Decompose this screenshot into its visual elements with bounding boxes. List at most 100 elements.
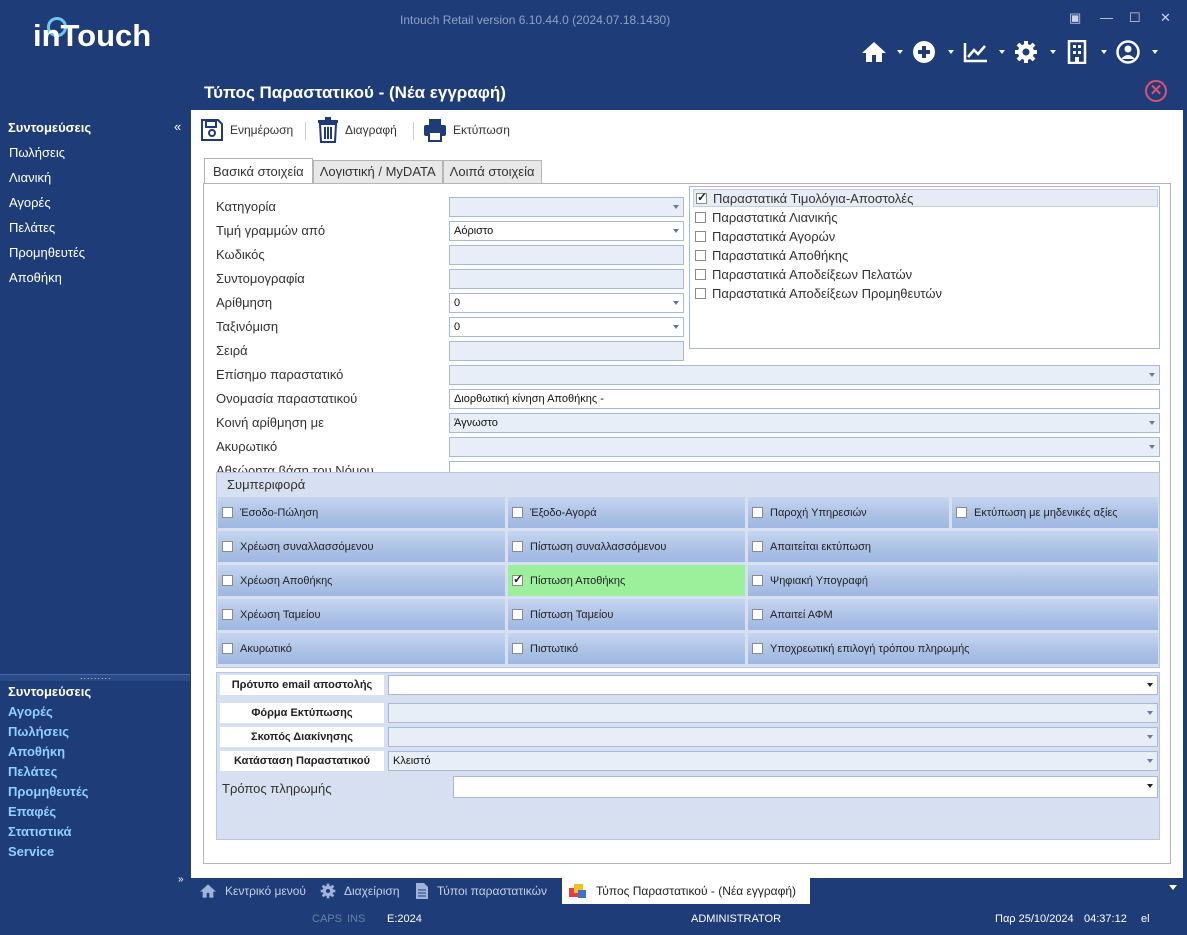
chart-icon[interactable]: [963, 38, 1014, 68]
lower-group: Πρότυπο email αποστολής Φόρμα Εκτύπωσης …: [216, 672, 1160, 840]
collapse-icon[interactable]: «: [174, 119, 181, 134]
status-date: Παρ 25/10/2024: [995, 913, 1074, 925]
list-item[interactable]: Παραστατικά Αγορών: [693, 227, 1158, 245]
print-button[interactable]: Εκτύπωση: [423, 115, 510, 145]
sidebar-bottom-item-suppliers[interactable]: Προμηθευτές: [8, 784, 88, 799]
official-doc-select[interactable]: [449, 365, 1160, 385]
income-sale-checkbox[interactable]: Έσοδο-Πώληση: [218, 497, 505, 528]
task-doc-types[interactable]: Τύποι παραστατικών: [415, 878, 547, 904]
code-label: Κωδικός: [216, 247, 265, 262]
charge-party-checkbox[interactable]: Χρέωση συναλλασσόμενου: [218, 531, 505, 562]
list-item[interactable]: Παραστατικά Αποδείξεων Προμηθευτών: [693, 284, 1158, 302]
print-zero-checkbox[interactable]: Εκτύπωση με μηδενικές αξίες: [952, 497, 1158, 528]
task-management[interactable]: Διαχείριση: [320, 878, 400, 904]
building-icon[interactable]: [1065, 38, 1116, 68]
credit-note-checkbox[interactable]: Πιστωτικό: [508, 633, 745, 664]
task-main-menu[interactable]: Κεντρικό μενού: [199, 878, 306, 904]
sidebar-bottom-item-purchases[interactable]: Αγορές: [8, 704, 53, 719]
user-icon[interactable]: [1116, 38, 1167, 68]
credit-cash-checkbox[interactable]: Πίστωση Ταμείου: [508, 599, 745, 630]
gear-icon[interactable]: [1014, 38, 1065, 68]
taskbar-menu-icon[interactable]: [1169, 885, 1177, 890]
numbering-select[interactable]: 0: [449, 293, 684, 313]
sorting-label: Ταξινόμιση: [216, 319, 279, 334]
plus-icon[interactable]: [912, 38, 963, 68]
sidebar-bottom-item-service[interactable]: Service: [8, 844, 54, 859]
printer-icon: [424, 119, 446, 142]
gear-icon: [320, 883, 336, 899]
credit-warehouse-checkbox[interactable]: Πίστωση Αποθήκης: [508, 565, 745, 596]
status-bar: CAPS INS E:2024 ADMINISTRATOR Παρ 25/10/…: [0, 904, 1187, 935]
requires-vat-checkbox[interactable]: Απαιτεί ΑΦΜ: [748, 599, 1158, 630]
charge-cash-checkbox[interactable]: Χρέωση Ταμείου: [218, 599, 505, 630]
sidebar-item-retail[interactable]: Λιανική: [9, 170, 51, 185]
cancelling-label: Ακυρωτικό: [216, 439, 278, 454]
category-select[interactable]: [449, 197, 684, 217]
sidebar-bottom-item-sales[interactable]: Πωλήσεις: [8, 724, 69, 739]
credit-party-checkbox[interactable]: Πίστωση συναλλασσόμενου: [508, 531, 745, 562]
behaviour-group: Συμπεριφορά Έσοδο-Πώληση Έξοδο-Αγορά Παρ…: [216, 472, 1160, 668]
digital-signature-checkbox[interactable]: Ψηφιακή Υπογραφή: [748, 565, 1158, 596]
home-icon[interactable]: [861, 38, 912, 68]
update-button[interactable]: Ενημέρωση: [200, 115, 293, 145]
doc-name-input[interactable]: Διορθωτική κίνηση Αποθήκης -: [449, 389, 1160, 409]
sidebar-bottom-item-customers[interactable]: Πελάτες: [8, 764, 57, 779]
doc-status-select[interactable]: Κλειστό: [388, 751, 1158, 771]
delete-label: Διαγραφή: [345, 123, 397, 137]
restore-icon[interactable]: ▣: [1069, 10, 1081, 26]
task-doc-type-new[interactable]: Τύπος Παραστατικού - (Νέα εγγραφή): [562, 878, 811, 904]
list-item[interactable]: Παραστατικά Αποθήκης: [693, 246, 1158, 264]
list-item[interactable]: Παραστατικά Τιμολόγια-Αποστολές: [693, 189, 1158, 207]
purpose-select[interactable]: [388, 727, 1158, 747]
common-numbering-select[interactable]: Άγνωστο: [449, 413, 1160, 433]
doc-status-label: Κατάσταση Παραστατικού: [220, 751, 384, 771]
sidebar-bottom-item-statistics[interactable]: Στατιστικά: [8, 824, 72, 839]
fiscal-year: E:2024: [387, 913, 422, 925]
list-item[interactable]: Παραστατικά Λιανικής: [693, 208, 1158, 226]
toolbar-divider: [305, 122, 306, 140]
sidebar-item-suppliers[interactable]: Προμηθευτές: [9, 245, 85, 260]
services-checkbox[interactable]: Παροχή Υπηρεσιών: [748, 497, 949, 528]
maximize-icon[interactable]: ☐: [1129, 10, 1141, 26]
sidebar-item-purchases[interactable]: Αγορές: [9, 195, 51, 210]
close-icon[interactable]: ✕: [1145, 80, 1167, 102]
expand-icon[interactable]: »: [178, 874, 184, 885]
minimize-icon[interactable]: —: [1100, 10, 1113, 25]
sidebar-heading: Συντομεύσεις: [8, 120, 92, 135]
home-icon: [200, 884, 216, 898]
series-input[interactable]: [449, 341, 684, 361]
payment-method-select[interactable]: [453, 776, 1158, 798]
caps-indicator: CAPS: [312, 913, 342, 925]
code-input[interactable]: [449, 245, 684, 265]
sorting-select[interactable]: 0: [449, 317, 684, 337]
print-form-select[interactable]: [388, 703, 1158, 723]
toolbar: Ενημέρωση Διαγραφή Εκτύπωση: [191, 110, 1183, 150]
official-doc-label: Επίσημο παραστατικό: [216, 367, 344, 382]
payment-method-label: Τρόπος πληρωμής: [222, 781, 332, 796]
sidebar-item-warehouse[interactable]: Αποθήκη: [9, 270, 62, 285]
abbreviation-input[interactable]: [449, 269, 684, 289]
tab-other[interactable]: Λοιπά στοιχεία: [442, 160, 542, 184]
cancelling-select[interactable]: [449, 437, 1160, 457]
sidebar-item-sales[interactable]: Πωλήσεις: [9, 145, 65, 160]
delete-button[interactable]: Διαγραφή: [317, 115, 397, 145]
price-from-select[interactable]: Αόριστο: [449, 221, 684, 241]
tab-accounting[interactable]: Λογιστική / MyDATA: [312, 160, 443, 184]
sidebar-bottom-item-warehouse[interactable]: Αποθήκη: [8, 744, 65, 759]
tab-basic[interactable]: Βασικά στοιχεία: [204, 158, 313, 184]
sidebar-bottom-item-contacts[interactable]: Επαφές: [8, 804, 56, 819]
language-indicator: el: [1141, 913, 1150, 925]
windows-icon: [569, 884, 586, 898]
mandatory-payment-checkbox[interactable]: Υποχρεωτική επιλογή τρόπου πληρωμής: [748, 633, 1158, 664]
email-template-label: Πρότυπο email αποστολής: [220, 675, 384, 695]
sidebar-item-customers[interactable]: Πελάτες: [9, 220, 55, 235]
expense-purchase-checkbox[interactable]: Έξοδο-Αγορά: [508, 497, 745, 528]
list-item[interactable]: Παραστατικά Αποδείξεων Πελατών: [693, 265, 1158, 283]
panel-header: Τύπος Παραστατικού - (Νέα εγγραφή) ✕: [191, 74, 1183, 110]
cancelling-checkbox[interactable]: Ακυρωτικό: [218, 633, 505, 664]
window-close-icon[interactable]: ✕: [1160, 10, 1171, 26]
doc-name-label: Ονομασία παραστατικού: [216, 391, 358, 406]
charge-warehouse-checkbox[interactable]: Χρέωση Αποθήκης: [218, 565, 505, 596]
requires-print-checkbox[interactable]: Απαιτείται εκτύπωση: [748, 531, 1158, 562]
email-template-select[interactable]: [388, 675, 1158, 695]
